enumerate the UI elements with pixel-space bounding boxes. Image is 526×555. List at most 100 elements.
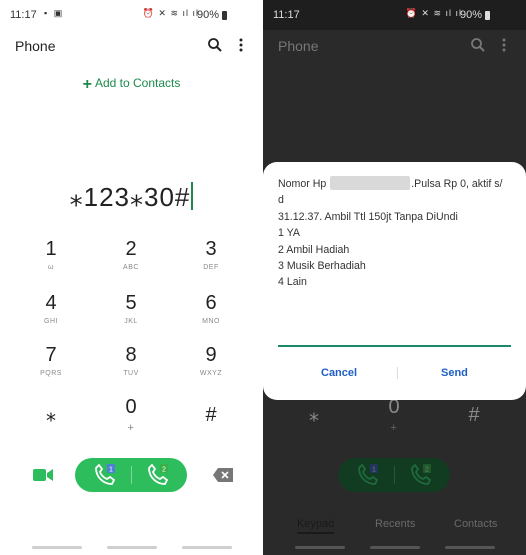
ussd-line: 3 Musik Berhadiah [278, 260, 366, 273]
app-title: Phone [278, 38, 319, 54]
key-3[interactable]: 3 DEF [171, 237, 251, 271]
key-2[interactable]: 2 ABC [91, 237, 171, 271]
app-bar: Phone [0, 30, 263, 60]
nav-home-handle[interactable] [107, 546, 157, 549]
key-digit: 4 [45, 292, 57, 314]
redacted-phone-number [330, 176, 411, 190]
key-letters: DEF [203, 264, 219, 271]
app-title: Phone [15, 38, 56, 54]
battery-level: 90% [196, 9, 219, 21]
more-options-icon [502, 38, 506, 52]
key-digit: 9 [205, 344, 217, 366]
bottom-tabs: Keypad Recents Contacts [263, 518, 526, 538]
backspace-icon[interactable] [213, 468, 233, 482]
key-star[interactable]: ⁎ [11, 403, 91, 427]
call-bar: 1 2 [0, 458, 263, 492]
key-8[interactable]: 8 TUV [91, 343, 171, 377]
nav-back-handle[interactable] [445, 546, 495, 549]
key-letters: WXYZ [199, 370, 223, 377]
call-button-group: 1 2 [75, 458, 187, 492]
cancel-button[interactable]: Cancel [321, 367, 357, 379]
ussd-line: 31.12.37. Ambil Ttl 150jt Tanpa DiUndi [278, 210, 458, 223]
key-digit: 2 [125, 238, 137, 260]
ussd-line: 4 Lain [278, 276, 307, 289]
notification-icons: ▪ ▣ [44, 8, 65, 18]
key-0[interactable]: 0 + [91, 395, 171, 434]
call-bar-dimmed: 1 2 [263, 458, 526, 492]
key-letters: JKL [124, 318, 138, 325]
key-4[interactable]: 4 GHI [11, 291, 91, 325]
dialer-screen: 11:17 ▪ ▣ ⏰ ✕ ≋ ıl ıl 90% Phone + Add to … [0, 0, 263, 555]
ussd-line: Nomor Hp .Pulsa Rp 0, aktif s/ [278, 176, 518, 192]
call-separator [131, 466, 132, 484]
key-star: ⁎ [274, 403, 354, 427]
nav-recents-handle[interactable] [295, 546, 345, 549]
ussd-screen: 11:17 ⏰ ✕ ≋ ıl ıl 90% Phone ⁎ 0 + # 1 2 … [263, 0, 526, 555]
sim1-label: 1 [109, 467, 113, 474]
key-letters: TUV [123, 370, 139, 377]
key-digit: ⁎ [46, 404, 56, 426]
key-7[interactable]: 7 PQRS [11, 343, 91, 377]
signal-icons: ⏰ ✕ ≋ ıl ıl [142, 8, 199, 18]
ussd-message: Nomor Hp .Pulsa Rp 0, aktif s/ d 31.12.3… [278, 176, 518, 291]
ussd-reply-input[interactable] [278, 345, 511, 347]
video-call-icon[interactable] [33, 468, 53, 482]
ussd-line: 1 YA [278, 227, 300, 240]
search-icon [471, 38, 485, 52]
dialed-number-text: ⁎123⁎30# [69, 182, 191, 212]
send-button[interactable]: Send [441, 367, 468, 379]
key-digit: 6 [205, 292, 217, 314]
battery-level: 90% [459, 9, 482, 21]
key-1[interactable]: 1ω [11, 237, 91, 271]
key-digit: # [205, 404, 217, 426]
dialog-button-separator [397, 367, 398, 379]
nav-recents-handle[interactable] [32, 546, 82, 549]
call-sim2-button[interactable]: 2 [145, 464, 171, 486]
status-bar: 11:17 ⏰ ✕ ≋ ıl ıl 90% [263, 0, 526, 30]
key-digit: 1 [45, 238, 57, 260]
key-letters: MNO [202, 318, 220, 325]
key-digit: 7 [45, 344, 57, 366]
voicemail-icon: ω [48, 264, 54, 271]
nav-back-handle[interactable] [182, 546, 232, 549]
key-5[interactable]: 5 JKL [91, 291, 171, 325]
ussd-dialog: Nomor Hp .Pulsa Rp 0, aktif s/ d 31.12.3… [263, 162, 526, 400]
status-time: 11:17 [10, 9, 37, 21]
key-letters: ABC [123, 264, 139, 271]
ussd-line: 2 Ambil Hadiah [278, 243, 350, 256]
key-9[interactable]: 9 WXYZ [171, 343, 251, 377]
call-sim2-icon: 2 [411, 464, 432, 485]
search-icon[interactable] [207, 37, 223, 53]
key-letters: PQRS [40, 370, 62, 377]
key-letters: + [390, 422, 398, 434]
key-digit: 8 [125, 344, 137, 366]
more-options-icon[interactable] [233, 37, 249, 53]
sim2-label: 2 [425, 467, 429, 474]
plus-icon: + [82, 76, 92, 93]
key-letters: + [127, 422, 135, 434]
tab-recents[interactable]: Recents [375, 518, 415, 530]
text-cursor [191, 182, 194, 210]
dialed-number-field[interactable]: ⁎123⁎30# [0, 182, 263, 213]
navigation-bar [0, 546, 263, 550]
key-6[interactable]: 6 MNO [171, 291, 251, 325]
key-hash[interactable]: # [171, 403, 251, 427]
key-digit: ⁎ [309, 404, 319, 426]
tab-contacts[interactable]: Contacts [454, 518, 497, 530]
tab-keypad[interactable]: Keypad [297, 518, 335, 534]
call-sim1-icon: 1 [358, 464, 379, 485]
battery-icon [485, 11, 490, 20]
app-bar: Phone [263, 30, 526, 60]
signal-icons: ⏰ ✕ ≋ ıl ıl [405, 8, 462, 18]
call-sim1-button[interactable]: 1 [92, 464, 118, 486]
add-to-contacts-button[interactable]: + Add to Contacts [0, 76, 263, 94]
nav-home-handle[interactable] [370, 546, 420, 549]
call-separator [394, 466, 395, 484]
battery-icon [222, 11, 227, 20]
call-button-group: 1 2 [338, 458, 450, 492]
key-digit: 3 [205, 238, 217, 260]
add-to-contacts-label: Add to Contacts [94, 76, 181, 90]
key-letters: GHI [44, 318, 58, 325]
status-bar: 11:17 ▪ ▣ ⏰ ✕ ≋ ıl ıl 90% [0, 0, 263, 30]
navigation-bar [263, 546, 526, 550]
